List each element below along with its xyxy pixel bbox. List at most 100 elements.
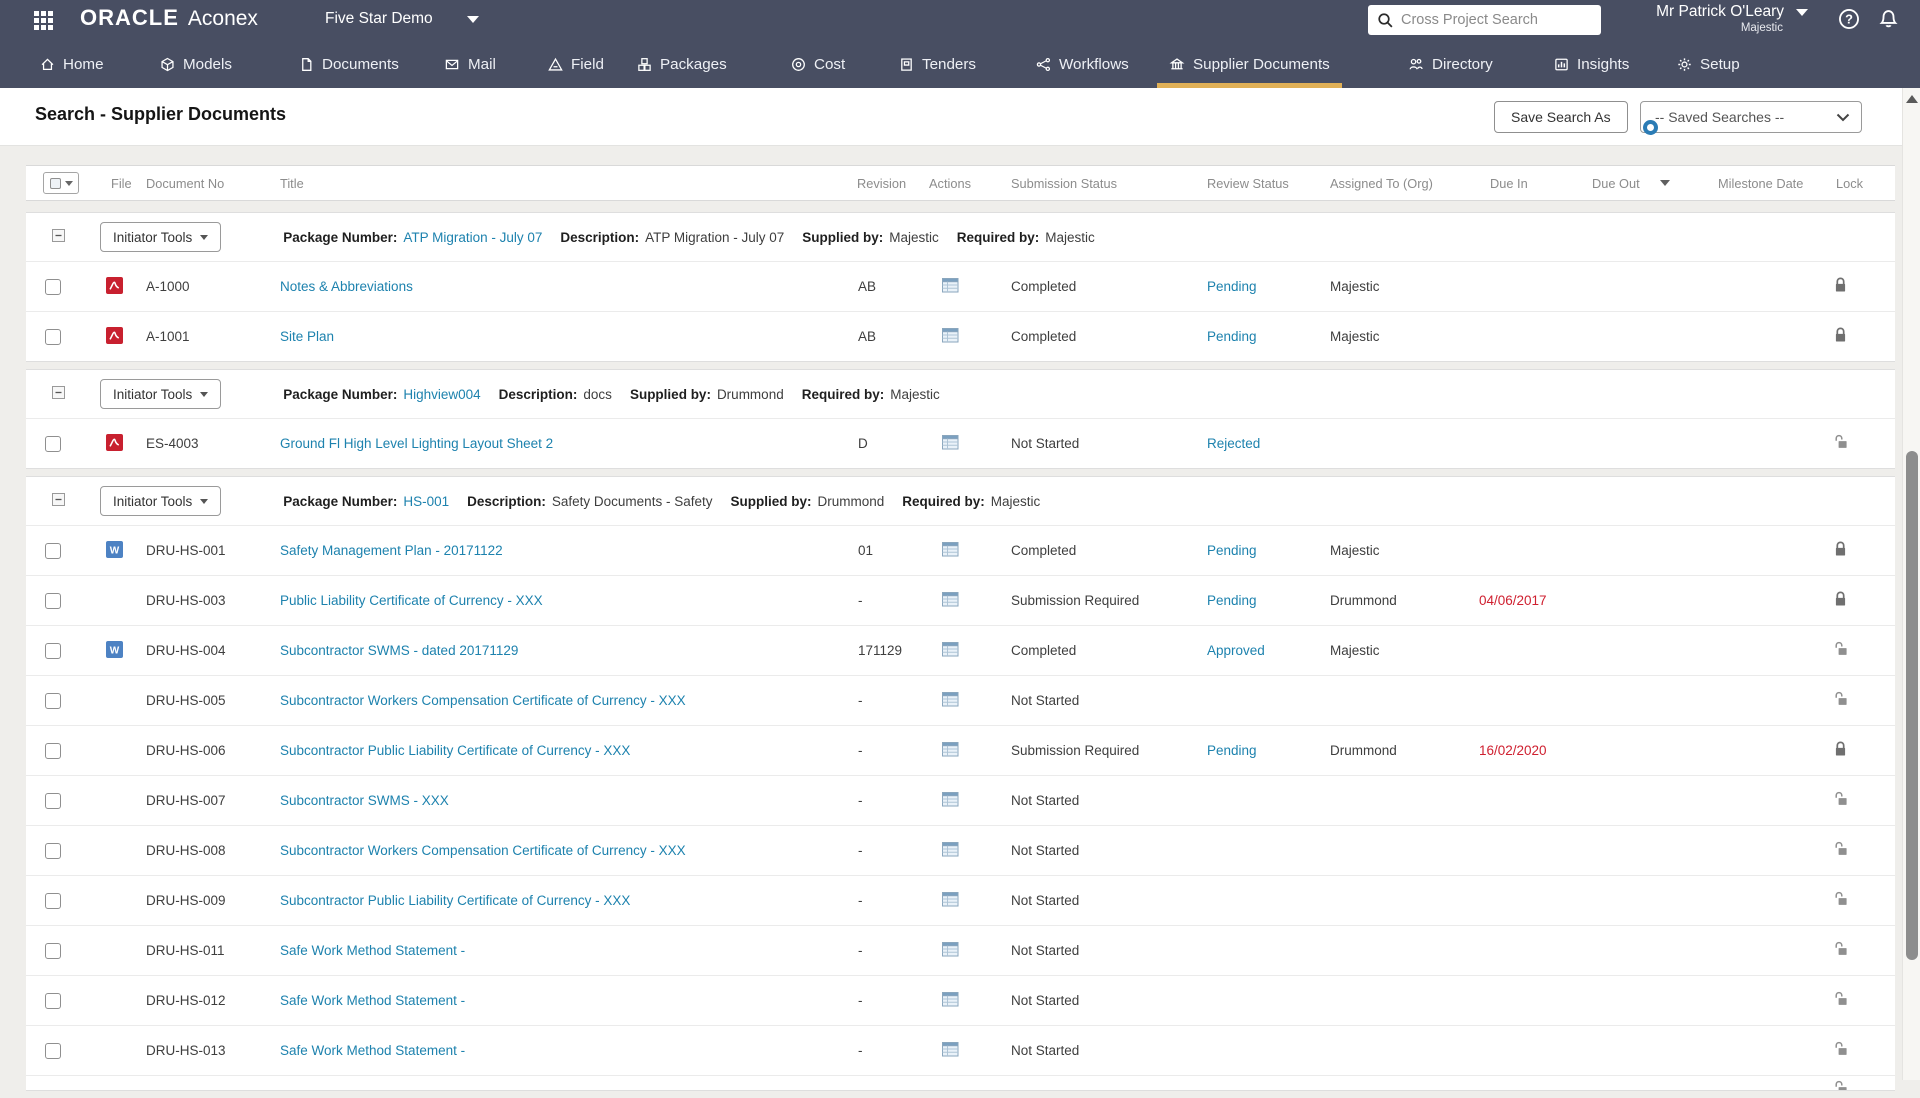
nav-item-setup[interactable]: Setup — [1677, 40, 1740, 88]
column-header-due-in[interactable]: Due In — [1475, 176, 1580, 191]
document-title-link[interactable]: Subcontractor SWMS - dated 20171129 — [280, 643, 518, 658]
document-title-link[interactable]: Safe Work Method Statement - — [280, 1043, 465, 1058]
document-title-link[interactable]: Subcontractor SWMS - XXX — [280, 793, 449, 808]
row-checkbox[interactable] — [45, 942, 61, 959]
initiator-tools-button[interactable]: Initiator Tools — [100, 222, 222, 252]
column-header-title[interactable]: Title — [280, 176, 800, 191]
actions-table-icon[interactable] — [941, 891, 959, 910]
nav-item-cost[interactable]: Cost — [791, 40, 845, 88]
help-icon[interactable]: ? — [1838, 8, 1860, 30]
scroll-up-arrow[interactable] — [1906, 95, 1918, 103]
row-checkbox[interactable] — [45, 592, 61, 609]
row-checkbox[interactable] — [45, 842, 61, 859]
row-checkbox[interactable] — [45, 435, 61, 452]
select-all-control[interactable] — [43, 172, 79, 194]
package-number-link[interactable]: Highview004 — [403, 387, 480, 402]
saved-searches-dropdown[interactable]: -- Saved Searches -- — [1640, 101, 1862, 133]
document-title-link[interactable]: Subcontractor Workers Compensation Certi… — [280, 843, 686, 858]
nav-item-documents[interactable]: Documents — [299, 40, 399, 88]
save-search-as-button[interactable]: Save Search As — [1494, 101, 1628, 133]
document-title-link[interactable]: Site Plan — [280, 329, 334, 344]
actions-table-icon[interactable] — [941, 591, 959, 610]
actions-table-icon[interactable] — [941, 991, 959, 1010]
row-checkbox[interactable] — [45, 892, 61, 909]
review-status-link[interactable]: Pending — [1207, 329, 1257, 344]
document-title-link[interactable]: Notes & Abbreviations — [280, 279, 413, 294]
actions-table-icon[interactable] — [941, 641, 959, 660]
document-title-link[interactable]: Safe Work Method Statement - — [280, 943, 465, 958]
actions-table-icon[interactable] — [941, 741, 959, 760]
document-title-link[interactable]: Public Liability Certificate of Currency… — [280, 593, 543, 608]
document-title-link[interactable]: Subcontractor Public Liability Certifica… — [280, 743, 630, 758]
column-header-milestone-date[interactable]: Milestone Date — [1710, 176, 1825, 191]
column-header-lock[interactable]: Lock — [1825, 176, 1895, 191]
actions-table-icon[interactable] — [941, 1041, 959, 1060]
document-title-link[interactable]: Subcontractor Workers Compensation Certi… — [280, 693, 686, 708]
row-checkbox[interactable] — [45, 792, 61, 809]
review-status-link[interactable]: Pending — [1207, 743, 1257, 758]
nav-item-models[interactable]: Models — [160, 40, 232, 88]
row-checkbox[interactable] — [45, 992, 61, 1009]
title-cell: Safe Work Method Statement - — [280, 943, 800, 958]
nav-item-insights[interactable]: Insights — [1554, 40, 1629, 88]
initiator-tools-button[interactable]: Initiator Tools — [100, 486, 222, 516]
document-title-link[interactable]: Ground Fl High Level Lighting Layout She… — [280, 436, 553, 451]
review-status-link[interactable]: Pending — [1207, 279, 1257, 294]
row-checkbox[interactable] — [45, 328, 61, 345]
actions-table-icon[interactable] — [941, 277, 959, 296]
column-header-submission-status[interactable]: Submission Status — [990, 176, 1180, 191]
review-status-link[interactable]: Pending — [1207, 593, 1257, 608]
package-number-link[interactable]: HS-001 — [403, 494, 449, 509]
review-status-link[interactable]: Pending — [1207, 543, 1257, 558]
column-header-revision[interactable]: Revision — [800, 176, 910, 191]
scrollbar-thumb[interactable] — [1906, 451, 1918, 960]
row-checkbox[interactable] — [45, 642, 61, 659]
column-header-due-out[interactable]: Due Out — [1580, 176, 1710, 191]
nav-item-workflows[interactable]: Workflows — [1036, 40, 1129, 88]
nav-item-mail[interactable]: Mail — [444, 40, 496, 88]
actions-table-icon[interactable] — [941, 941, 959, 960]
nav-item-packages[interactable]: Packages — [637, 40, 727, 88]
column-header-review-status[interactable]: Review Status — [1180, 176, 1315, 191]
document-title-link[interactable]: Safe Work Method Statement - — [280, 993, 465, 1008]
row-select-cell — [26, 992, 98, 1009]
nav-item-field[interactable]: Field — [548, 40, 604, 88]
column-header-document-no[interactable]: Document No — [146, 176, 280, 191]
column-header-actions[interactable]: Actions — [929, 176, 971, 191]
cross-project-search-input[interactable] — [1401, 12, 1592, 28]
sort-descending-icon[interactable] — [1659, 180, 1670, 186]
nav-item-directory[interactable]: Directory — [1408, 40, 1493, 88]
vertical-scrollbar[interactable] — [1902, 88, 1920, 1080]
review-status-link[interactable]: Approved — [1207, 643, 1265, 658]
row-checkbox[interactable] — [45, 542, 61, 559]
actions-table-icon[interactable] — [941, 841, 959, 860]
user-menu[interactable]: Mr Patrick O'Leary Majestic — [1622, 3, 1808, 34]
row-checkbox[interactable] — [45, 278, 61, 295]
collapse-group-icon[interactable] — [52, 493, 65, 509]
initiator-tools-button[interactable]: Initiator Tools — [100, 379, 222, 409]
project-selector[interactable]: Five Star Demo — [325, 10, 479, 28]
notifications-bell-icon[interactable] — [1878, 8, 1899, 29]
document-title-link[interactable]: Subcontractor Public Liability Certifica… — [280, 893, 630, 908]
actions-table-icon[interactable] — [941, 541, 959, 560]
collapse-group-icon[interactable] — [52, 386, 65, 402]
collapse-minus-icon — [52, 493, 65, 506]
actions-table-icon[interactable] — [941, 327, 959, 346]
nav-item-tenders[interactable]: Tenders — [899, 40, 976, 88]
nav-item-home[interactable]: Home — [40, 40, 104, 88]
actions-table-icon[interactable] — [941, 434, 959, 453]
actions-table-icon[interactable] — [941, 791, 959, 810]
lock-cell — [1825, 327, 1895, 346]
row-checkbox[interactable] — [45, 692, 61, 709]
package-number-link[interactable]: ATP Migration - July 07 — [403, 230, 542, 245]
collapse-group-icon[interactable] — [52, 229, 65, 245]
column-header-file[interactable]: File — [98, 176, 146, 191]
row-checkbox[interactable] — [45, 1042, 61, 1059]
review-status-link[interactable]: Rejected — [1207, 436, 1260, 451]
document-title-link[interactable]: Safety Management Plan - 20171122 — [280, 543, 503, 558]
actions-table-icon[interactable] — [941, 691, 959, 710]
app-grid-icon[interactable] — [32, 9, 55, 32]
nav-item-supplierdocs[interactable]: Supplier Documents — [1157, 40, 1342, 88]
row-checkbox[interactable] — [45, 742, 61, 759]
column-header-assigned-to[interactable]: Assigned To (Org) — [1315, 176, 1475, 191]
